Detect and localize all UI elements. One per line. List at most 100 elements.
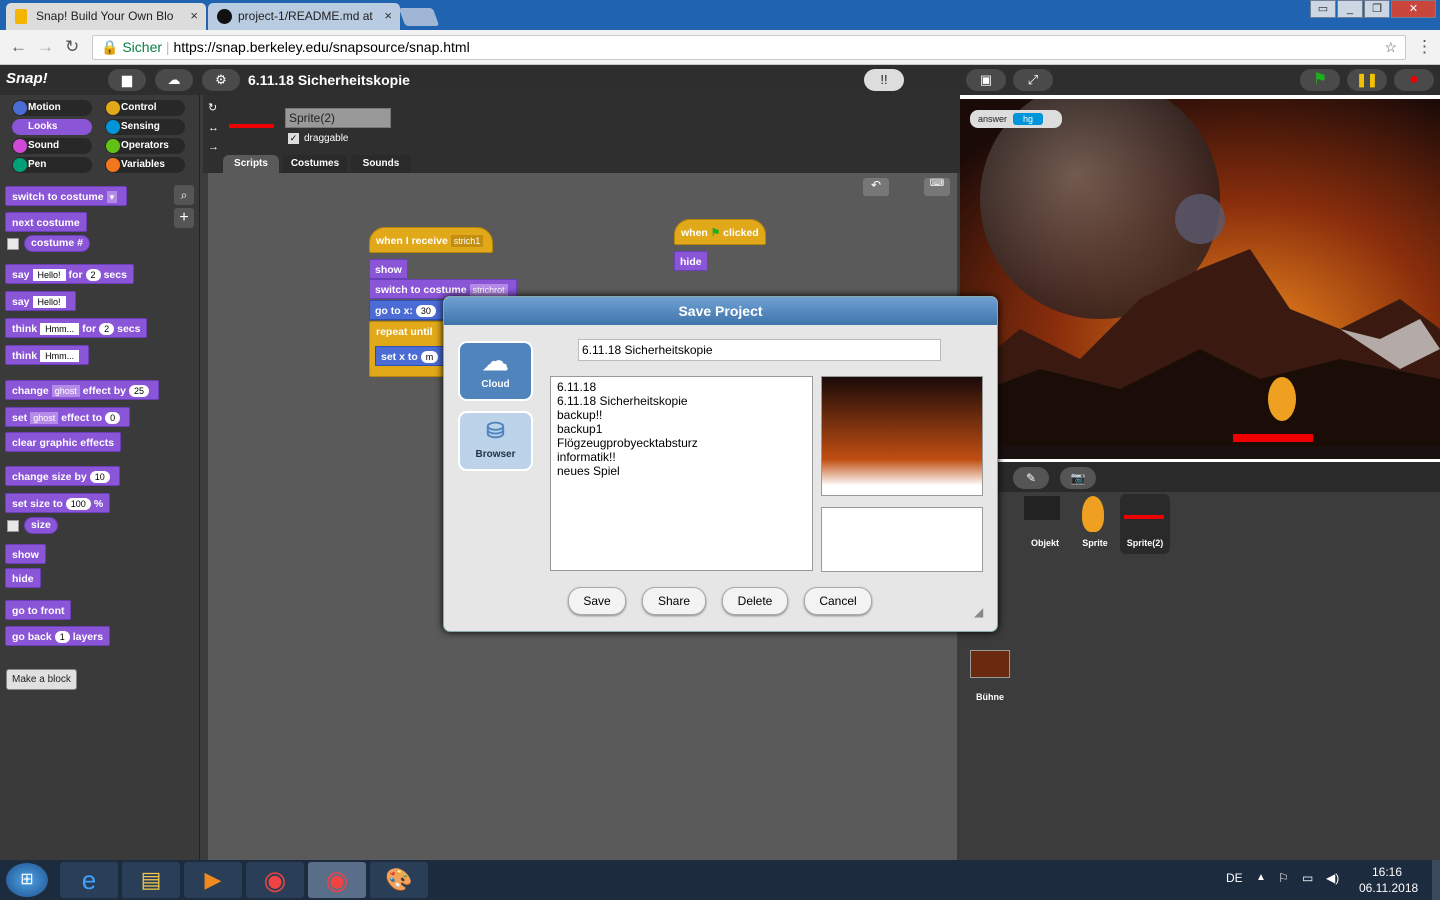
green-flag-icon[interactable]: ⚑: [1300, 69, 1340, 91]
back-icon[interactable]: ←: [10, 37, 27, 57]
tab-sounds[interactable]: Sounds: [351, 155, 411, 173]
volume-icon[interactable]: ◀): [1326, 871, 1339, 885]
keyboard-icon[interactable]: ⌨: [924, 178, 950, 196]
settings-gear-icon[interactable]: ⚙: [202, 69, 240, 91]
block-go-back[interactable]: go back 1 layers: [5, 626, 111, 646]
block-show[interactable]: show: [5, 544, 46, 564]
snap-logo[interactable]: Snap!: [6, 70, 48, 87]
resize-handle-icon[interactable]: ◢: [974, 605, 983, 619]
share-button[interactable]: Share: [642, 587, 706, 615]
block-hide[interactable]: hide: [5, 568, 41, 588]
normal-stage-icon[interactable]: ▣: [966, 69, 1006, 91]
delete-button[interactable]: Delete: [722, 587, 788, 615]
category-looks[interactable]: Looks: [12, 119, 92, 135]
file-menu-icon[interactable]: ▆: [108, 69, 146, 91]
list-item[interactable]: informatik!!: [557, 450, 806, 464]
block-change-effect[interactable]: change ghost effect by 25: [5, 380, 159, 400]
restore-icon[interactable]: ❐: [1364, 0, 1390, 18]
project-list[interactable]: 6.11.18 6.11.18 Sicherheitskopie backup!…: [550, 376, 813, 571]
turbo-mode-icon[interactable]: !!: [864, 69, 904, 91]
add-block-icon[interactable]: +: [174, 208, 194, 228]
script-goto[interactable]: go to x: 30: [369, 300, 445, 320]
script-hide[interactable]: hide: [674, 251, 708, 271]
hat-when-flag-clicked[interactable]: when ⚑ clicked: [674, 219, 766, 245]
source-cloud-button[interactable]: ☁ Cloud: [458, 341, 533, 401]
new-tab-button[interactable]: [398, 8, 440, 26]
clock-date[interactable]: 06.11.2018: [1359, 881, 1418, 895]
tab-costumes[interactable]: Costumes: [283, 155, 347, 173]
media-player-icon[interactable]: ▶: [184, 862, 242, 898]
hat-when-receive[interactable]: when I receive strich1: [369, 227, 494, 253]
search-blocks-icon[interactable]: ⌕: [174, 185, 194, 205]
clock-time[interactable]: 16:16: [1372, 865, 1402, 879]
sprite-name-field[interactable]: Sprite(2): [285, 108, 391, 128]
sprite-sprite2[interactable]: Sprite(2): [1120, 494, 1170, 554]
save-button[interactable]: Save: [568, 587, 626, 615]
stage[interactable]: answer hg: [960, 99, 1440, 459]
category-motion[interactable]: Motion: [12, 100, 92, 116]
size-checkbox[interactable]: [7, 520, 19, 532]
camera-icon[interactable]: 📷: [1060, 467, 1096, 489]
cloud-menu-icon[interactable]: ☁: [155, 69, 193, 91]
block-think[interactable]: think Hmm...: [5, 345, 90, 365]
category-sensing[interactable]: Sensing: [105, 119, 185, 135]
make-block-button[interactable]: Make a block: [6, 669, 77, 690]
undo-icon[interactable]: ↶: [863, 178, 889, 196]
rotate-lr-icon[interactable]: ↔: [208, 122, 219, 134]
start-button[interactable]: ⊞: [6, 863, 48, 897]
close-tab-icon[interactable]: ×: [190, 8, 198, 23]
bookmark-star-icon[interactable]: ☆: [1384, 36, 1397, 59]
tab-github[interactable]: project-1/README.md at ×: [208, 3, 400, 30]
category-operators[interactable]: Operators: [105, 138, 185, 154]
presentation-mode-icon[interactable]: ⤢: [1013, 69, 1053, 91]
block-size[interactable]: size: [24, 517, 58, 534]
script-set-x[interactable]: set x to m: [375, 346, 448, 366]
list-item[interactable]: neues Spiel: [557, 464, 806, 478]
category-control[interactable]: Control: [105, 100, 185, 116]
url-field[interactable]: 🔒 Sicher | https://snap.berkeley.edu/sna…: [92, 35, 1406, 60]
block-switch-costume[interactable]: switch to costume ▾: [5, 186, 128, 206]
list-item[interactable]: 6.11.18 Sicherheitskopie: [557, 394, 806, 408]
list-item[interactable]: 6.11.18: [557, 380, 806, 394]
block-say-for[interactable]: say Hello! for 2 secs: [5, 264, 134, 284]
tab-scripts[interactable]: Scripts: [223, 155, 279, 173]
close-window-icon[interactable]: ✕: [1391, 0, 1436, 18]
block-next-costume[interactable]: next costume: [5, 212, 87, 232]
block-set-effect[interactable]: set ghost effect to 0: [5, 407, 131, 427]
chrome-active-icon[interactable]: ◉: [308, 862, 366, 898]
forward-icon[interactable]: →: [37, 37, 54, 57]
tray-expand-icon[interactable]: ▲: [1256, 872, 1266, 883]
category-sound[interactable]: Sound: [12, 138, 92, 154]
sprite-objekt[interactable]: Objekt: [1020, 494, 1070, 556]
list-item[interactable]: Flögzeugprobyecktabsturz: [557, 436, 806, 450]
rotate-all-icon[interactable]: ↻: [208, 101, 217, 114]
menu-icon[interactable]: ⋮: [1416, 37, 1433, 57]
project-name-field[interactable]: 6.11.18 Sicherheitskopie: [578, 339, 941, 361]
close-tab-icon[interactable]: ×: [384, 8, 392, 23]
list-item[interactable]: backup1: [557, 422, 806, 436]
category-pen[interactable]: Pen: [12, 157, 92, 173]
minimize-icon[interactable]: _: [1337, 0, 1363, 18]
draggable-checkbox[interactable]: ✓: [288, 133, 299, 144]
block-change-size[interactable]: change size by 10: [5, 466, 120, 486]
block-clear-effects[interactable]: clear graphic effects: [5, 432, 122, 452]
block-think-for[interactable]: think Hmm... for 2 secs: [5, 318, 148, 338]
source-browser-button[interactable]: ⛁ Browser: [458, 411, 533, 471]
stop-icon[interactable]: ●: [1394, 69, 1434, 91]
stage-thumbnail[interactable]: [970, 650, 1010, 678]
project-notes[interactable]: [821, 507, 983, 572]
costume-num-checkbox[interactable]: [7, 238, 19, 250]
block-set-size[interactable]: set size to 100%: [5, 493, 111, 513]
language-indicator[interactable]: DE: [1226, 871, 1243, 885]
chrome-icon[interactable]: ◉: [246, 862, 304, 898]
script-show[interactable]: show: [369, 259, 408, 279]
user-icon[interactable]: ▭: [1310, 0, 1336, 18]
block-go-front[interactable]: go to front: [5, 600, 72, 620]
paint-brush-icon[interactable]: ✎: [1013, 467, 1049, 489]
internet-explorer-icon[interactable]: e: [60, 862, 118, 898]
action-center-icon[interactable]: ⚐: [1278, 871, 1289, 885]
sprite-sprite[interactable]: Sprite: [1070, 494, 1120, 556]
category-variables[interactable]: Variables: [105, 157, 185, 173]
list-item[interactable]: backup!!: [557, 408, 806, 422]
cancel-button[interactable]: Cancel: [804, 587, 872, 615]
